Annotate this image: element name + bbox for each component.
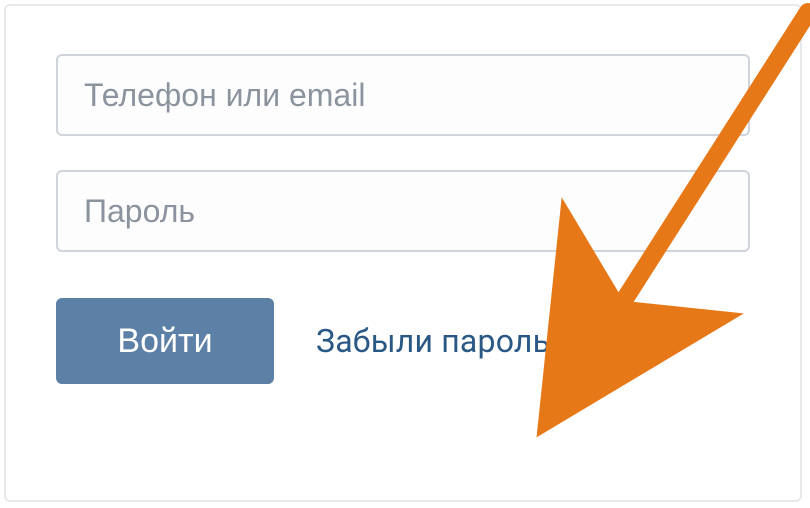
actions-row: Войти Забыли пароль? xyxy=(56,298,750,384)
password-field[interactable] xyxy=(56,170,750,252)
forgot-password-link[interactable]: Забыли пароль? xyxy=(316,322,566,360)
login-button[interactable]: Войти xyxy=(56,298,274,384)
login-card: Войти Забыли пароль? xyxy=(4,4,802,502)
phone-or-email-field[interactable] xyxy=(56,54,750,136)
